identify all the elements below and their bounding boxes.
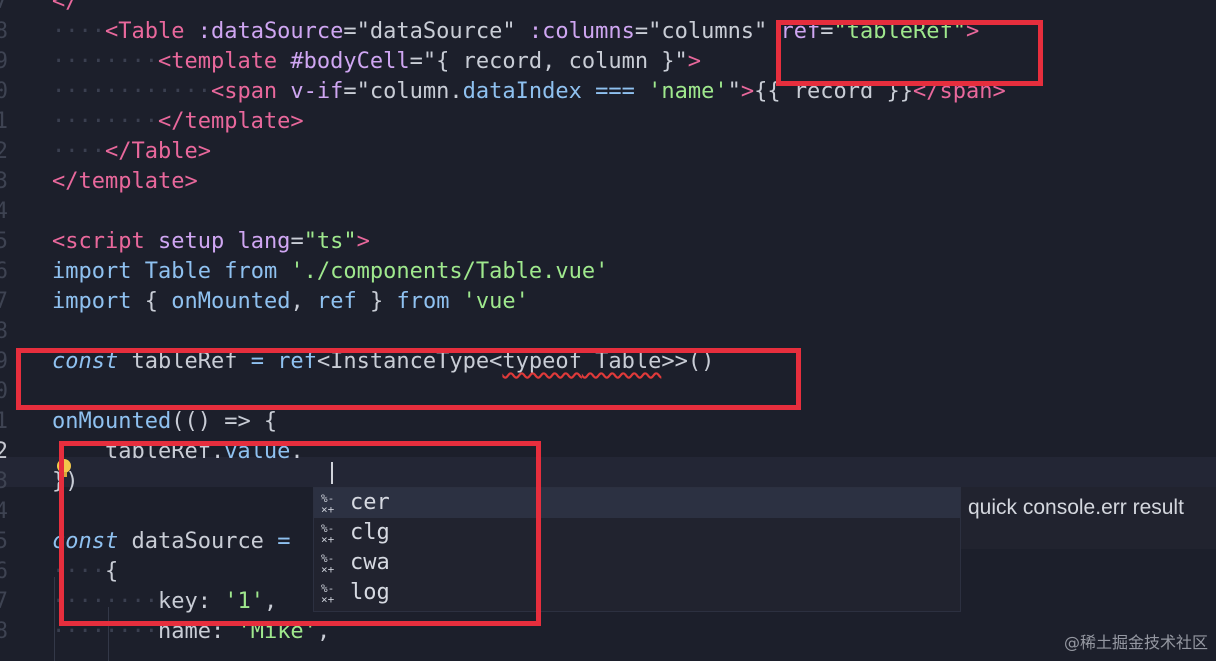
line-number: 4 — [0, 499, 8, 524]
code-token: " — [727, 79, 741, 104]
code-token: / — [65, 0, 79, 14]
code-token: ············ — [52, 79, 211, 104]
code-token: import — [52, 259, 132, 284]
line-number: 8 — [0, 19, 8, 44]
line-number: 8 — [0, 319, 8, 344]
line-number: 7 — [0, 289, 8, 314]
code-token: <template — [157, 49, 278, 74]
highlight-box-ref-attr — [776, 20, 1043, 86]
code-line[interactable]: ········<template #bodyCell="{ record, c… — [52, 47, 701, 77]
code-token: > — [687, 49, 702, 74]
code-line[interactable]: import Table from './components/Table.vu… — [52, 257, 608, 287]
line-number: 2 — [0, 139, 8, 164]
code-token: import — [52, 289, 132, 314]
code-token: :dataSource — [184, 19, 344, 44]
code-token: </template> — [52, 169, 198, 194]
code-token: onMounted — [171, 289, 291, 314]
line-number: 9 — [0, 349, 8, 374]
code-token: "column. — [356, 79, 463, 104]
code-token: "ts" — [303, 229, 357, 254]
code-token: 'name' — [648, 79, 728, 104]
code-token: { — [131, 289, 172, 314]
code-token: from — [224, 259, 278, 284]
highlight-box-suggestions — [59, 441, 541, 626]
code-line[interactable]: import { onMounted, ref } from 'vue' — [52, 287, 529, 317]
code-token: , — [290, 289, 317, 314]
line-number: 1 — [0, 409, 8, 434]
line-number: 1 — [0, 109, 8, 134]
code-token: ········ — [52, 49, 158, 74]
code-token: <span — [210, 79, 278, 104]
line-number: 2 — [0, 439, 8, 464]
code-token: ···· — [52, 139, 105, 164]
code-token: ref — [316, 289, 357, 314]
code-token: Table — [131, 259, 225, 284]
line-number: 6 — [0, 559, 8, 584]
line-number: 5 — [0, 229, 8, 254]
code-token: > — [740, 79, 755, 104]
code-line[interactable]: onMounted(() => { — [52, 407, 277, 437]
code-token: } — [356, 289, 397, 314]
code-token: ········ — [52, 109, 158, 134]
code-token: < — [52, 0, 66, 14]
line-number: 3 — [0, 169, 8, 194]
code-token: <Table — [104, 19, 185, 44]
code-token: onMounted — [52, 409, 172, 434]
suggestion-detail-text: quick console.err result — [968, 496, 1184, 519]
watermark: @稀土掘金技术社区 — [1063, 633, 1208, 652]
code-token: lang — [224, 229, 291, 254]
code-token: === — [581, 79, 649, 104]
code-token: </template> — [157, 109, 304, 134]
code-token: ···· — [52, 19, 105, 44]
code-token: > — [356, 229, 370, 254]
line-number: 4 — [0, 199, 8, 224]
code-token: from — [396, 289, 450, 314]
line-number: 5 — [0, 529, 8, 554]
code-editor[interactable]: 7890123456789012345678 </····<Table :dat… — [0, 0, 1216, 661]
code-token: "dataSource" — [356, 19, 516, 44]
code-token: "{ record, column }" — [422, 49, 688, 74]
suggestion-detail-panel: quick console.err result — [961, 487, 1216, 549]
line-number: 7 — [0, 0, 8, 14]
code-token: v-if — [277, 79, 344, 104]
code-token: = — [634, 19, 649, 44]
line-number: 6 — [0, 259, 8, 284]
code-line[interactable]: <script setup lang="ts"> — [52, 227, 370, 257]
code-token: <script — [52, 229, 145, 254]
code-token: 'vue' — [449, 289, 529, 314]
code-token: </Table> — [104, 139, 211, 164]
line-number: 8 — [0, 619, 8, 644]
code-token: :columns — [515, 19, 635, 44]
code-line[interactable]: ····</Table> — [52, 137, 211, 167]
code-token: (() => { — [171, 409, 278, 434]
code-token: "columns" — [648, 19, 768, 44]
code-token: dataIndex — [462, 79, 582, 104]
indent-guide — [54, 577, 55, 661]
code-line[interactable]: </template> — [52, 167, 198, 197]
code-token: './components/Table.vue' — [277, 259, 609, 284]
code-token: = — [343, 79, 357, 104]
code-token: setup — [144, 229, 225, 254]
line-number: 9 — [0, 49, 8, 74]
code-token: = — [290, 229, 304, 254]
code-token: = — [409, 49, 423, 74]
highlight-box-tableref-decl — [16, 348, 801, 410]
line-number: 7 — [0, 589, 8, 614]
code-token: #bodyCell — [277, 49, 410, 74]
code-line[interactable]: </ — [52, 0, 79, 17]
line-number: 3 — [0, 469, 8, 494]
line-number: 0 — [0, 79, 8, 104]
line-number: 0 — [0, 379, 8, 404]
code-line[interactable]: ········</template> — [52, 107, 304, 137]
code-token: = — [343, 19, 357, 44]
